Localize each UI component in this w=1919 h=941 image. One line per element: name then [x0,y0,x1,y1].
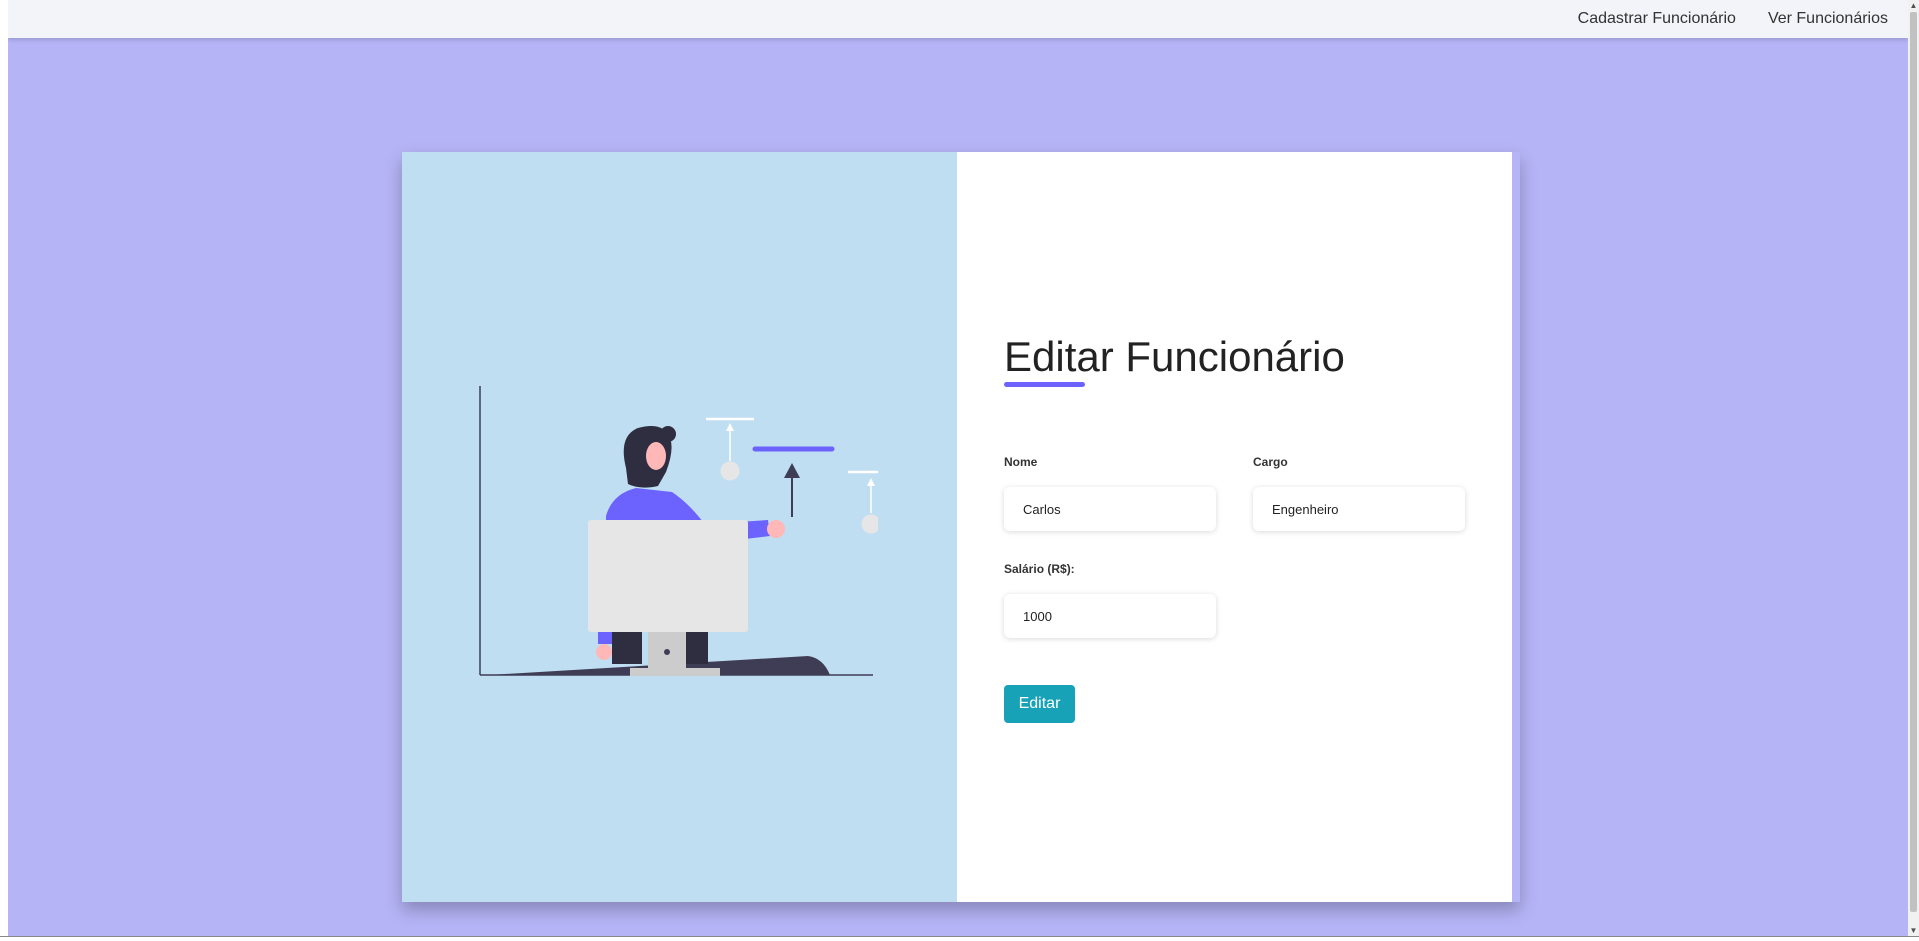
field-cargo: Cargo [1253,455,1465,532]
nav-link-cadastrar[interactable]: Cadastrar Funcionário [1578,10,1736,28]
nome-input[interactable] [1004,487,1216,532]
nav-links: Cadastrar Funcionário Ver Funcionários [1578,0,1888,38]
top-navbar: Cadastrar Funcionário Ver Funcionários [8,0,1908,38]
cargo-label: Cargo [1253,455,1288,470]
page-title: Editar Funcionário [1004,333,1345,380]
person-at-monitor-illustration [479,386,878,676]
form-fields: Nome Cargo Salário (R$): [1004,455,1465,695]
page-viewport: Cadastrar Funcionário Ver Funcionários E… [8,0,1908,936]
vertical-scrollbar[interactable]: ▲ ▼ [1908,0,1919,936]
form-panel: Editar Funcionário Nome Cargo Salário (R… [957,152,1512,902]
nav-link-ver-funcionarios[interactable]: Ver Funcionários [1768,10,1888,28]
card-edge [1512,152,1520,902]
edit-employee-card: Editar Funcionário Nome Cargo Salário (R… [402,152,1520,902]
scroll-up-icon[interactable]: ▲ [1908,0,1919,11]
title-underline [1004,382,1085,388]
field-nome: Nome [1004,455,1216,532]
illustration-panel [402,152,957,902]
edit-submit-button[interactable]: Editar [1004,685,1075,723]
salario-input[interactable] [1004,594,1216,639]
scroll-thumb[interactable] [1910,12,1917,912]
nome-label: Nome [1004,455,1038,470]
window-edge [0,0,8,936]
cargo-input[interactable] [1253,487,1465,532]
scroll-down-icon[interactable]: ▼ [1908,925,1919,936]
salario-label: Salário (R$): [1004,562,1075,577]
field-salario: Salário (R$): [1004,562,1216,639]
window-bottom-edge [0,936,1919,941]
edit-employee-form: Editar Funcionário Nome Cargo Salário (R… [1004,332,1465,695]
